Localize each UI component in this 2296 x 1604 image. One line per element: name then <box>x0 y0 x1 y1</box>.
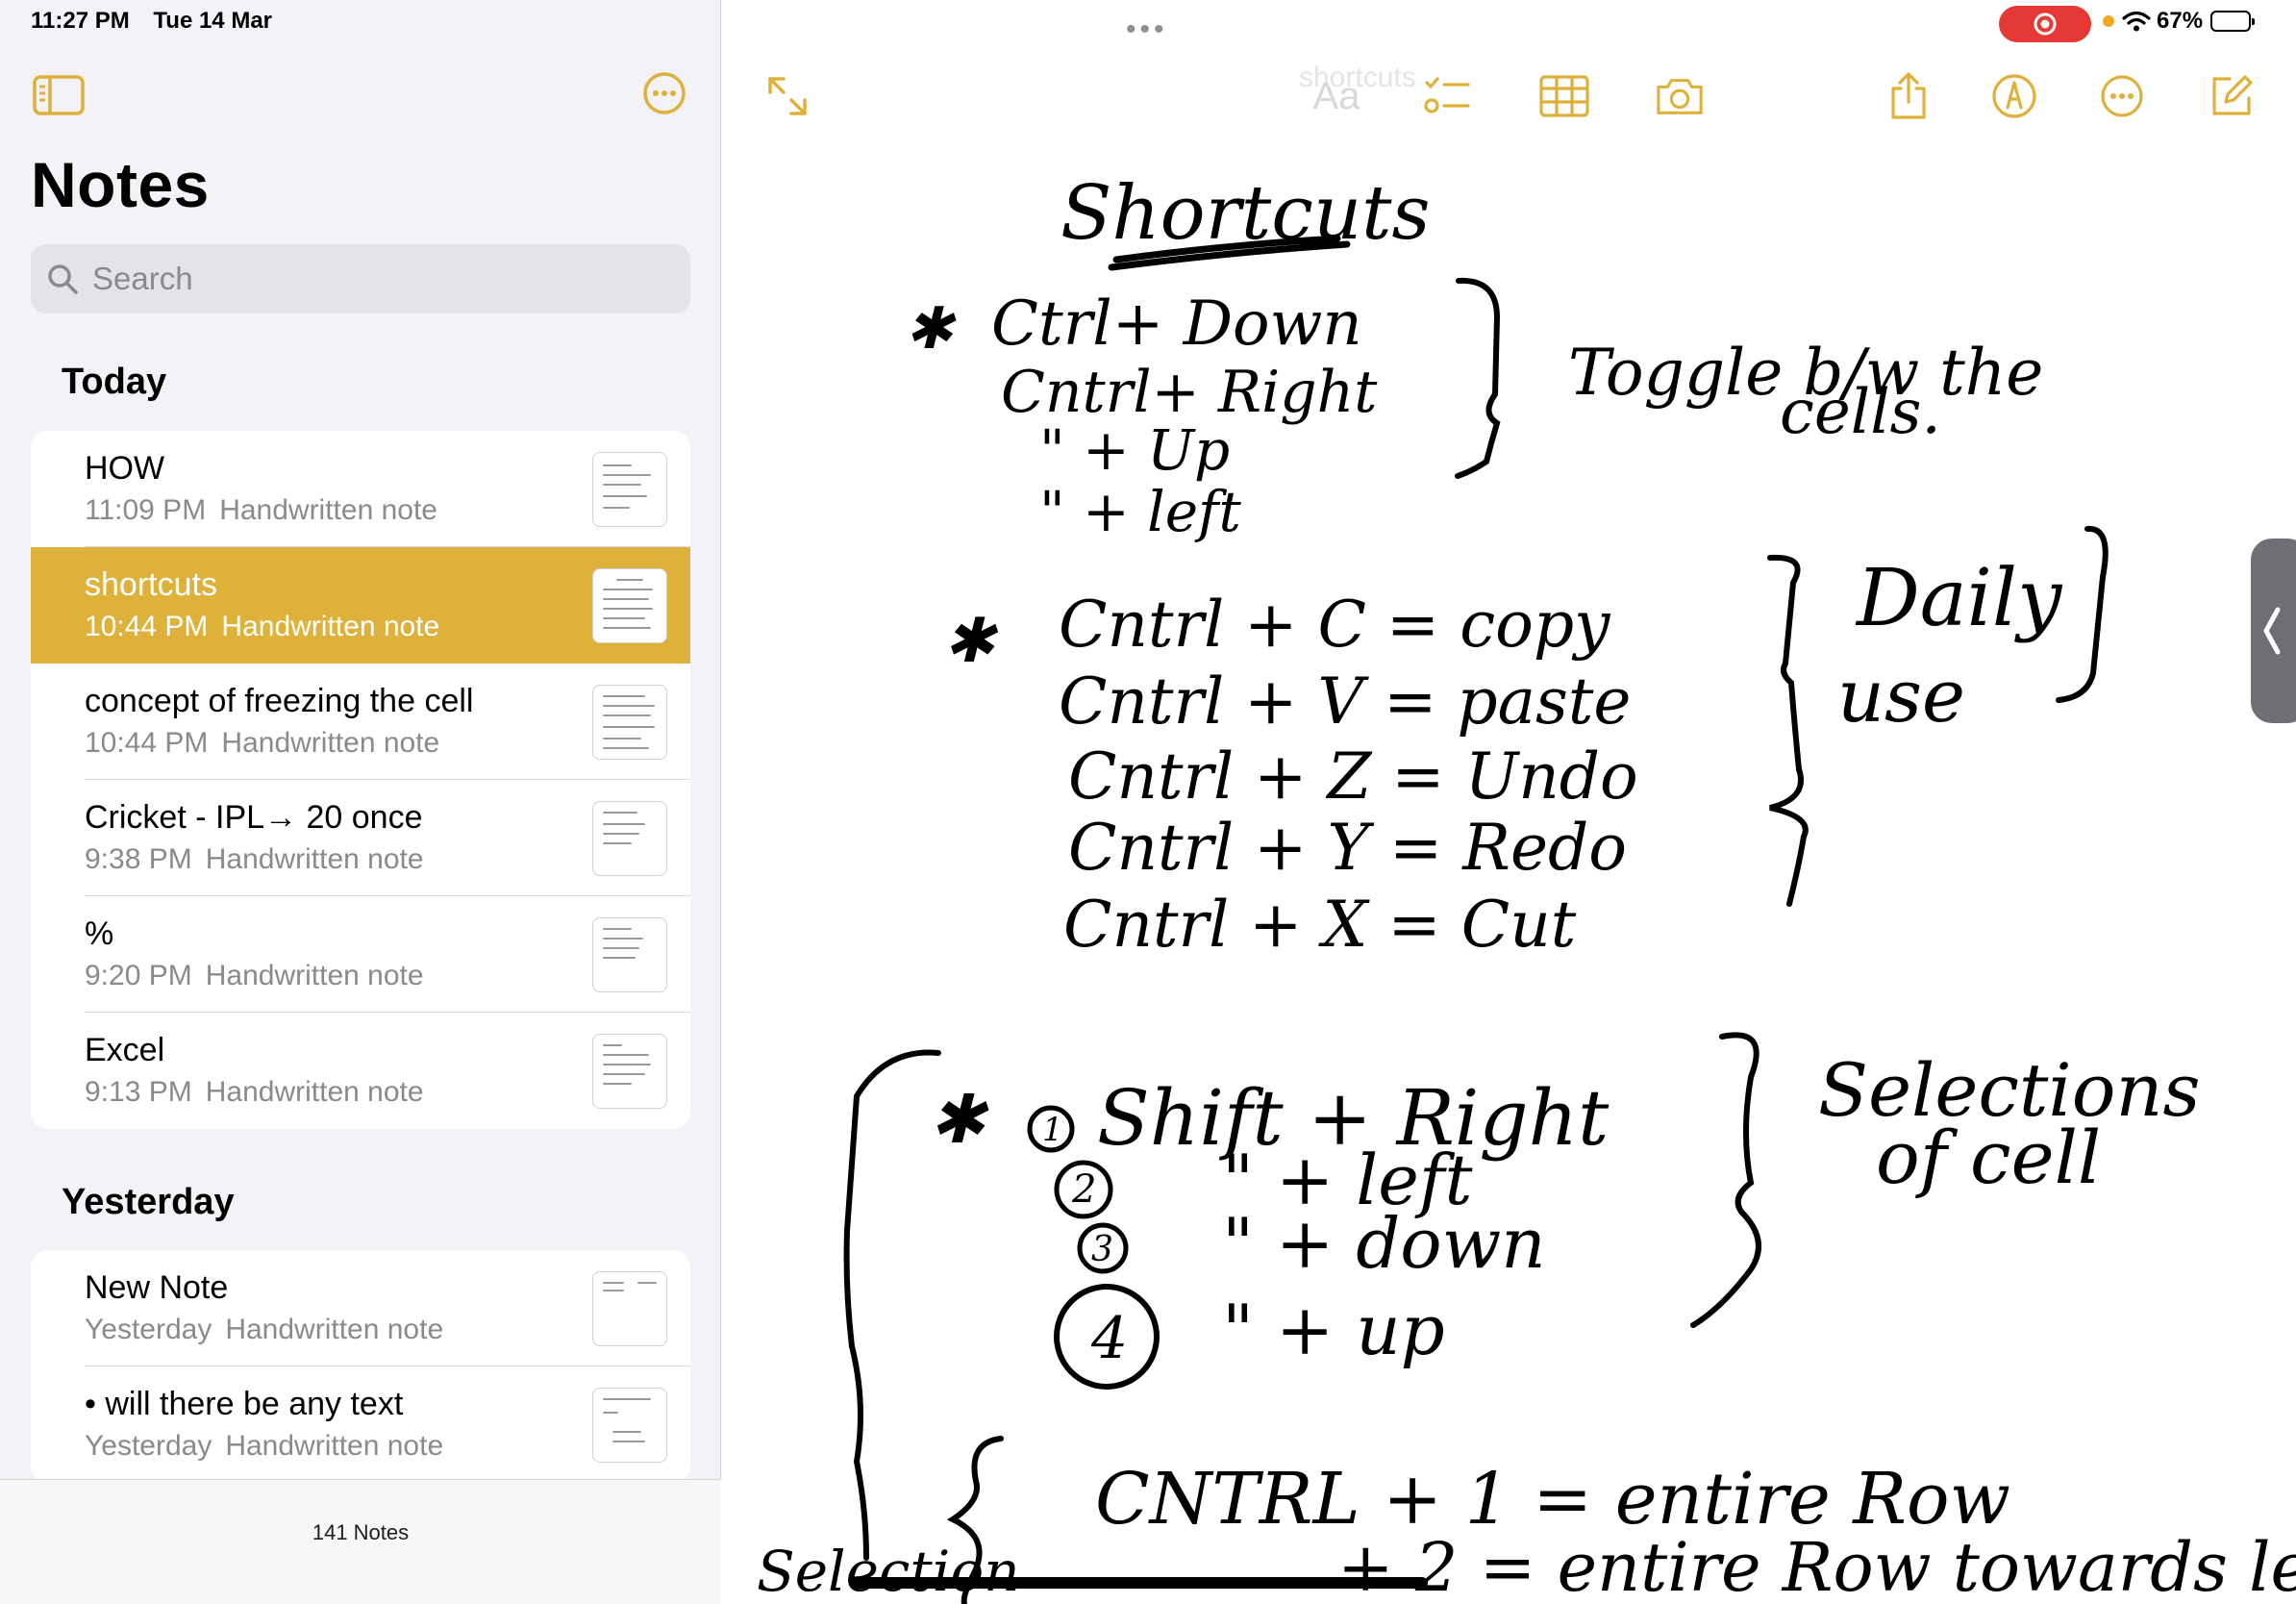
search-input[interactable]: Search <box>31 244 690 313</box>
ink-line: Cntrl + V = paste <box>1059 664 1631 739</box>
page-title: Notes <box>31 149 210 220</box>
yesterday-notes-list: New Note Yesterday Handwritten note • wil… <box>31 1250 690 1483</box>
ink-brace <box>1455 277 1501 479</box>
note-title: concept of freezing the cell <box>85 683 474 719</box>
ink-star: ✱ <box>905 295 957 363</box>
ink-note: use <box>1837 653 1965 739</box>
list-item[interactable]: HOW 11:09 PM Handwritten note <box>31 431 690 547</box>
ink-line: Cntrl + Z = Undo <box>1068 739 1638 814</box>
ink-line: + 2 = entire Row towards left <box>1337 1528 2296 1604</box>
note-title: New Note <box>85 1269 229 1306</box>
search-icon <box>48 264 78 294</box>
ink-line: Cntrl + X = Cut <box>1063 888 1577 962</box>
chevron-left-icon <box>2263 607 2281 655</box>
ink-note: Daily <box>1855 553 2063 644</box>
note-thumbnail <box>592 801 667 876</box>
list-item[interactable]: • will there be any text Yesterday Handwr… <box>31 1366 690 1483</box>
ink-number: 4 <box>1090 1305 1128 1372</box>
note-meta: 10:44 PM Handwritten note <box>85 727 440 759</box>
note-title: • will there be any text <box>85 1386 404 1422</box>
status-date: Tue 14 Mar <box>153 8 273 34</box>
sidebar-footer: 141 Notes <box>0 1479 721 1604</box>
ink-brace <box>1690 1032 1761 1328</box>
ink-side-label: Selection <box>757 1539 1020 1604</box>
ink-number: 1 <box>1042 1111 1063 1149</box>
ink-line: Ctrl+ Down <box>991 288 1362 360</box>
home-indicator[interactable] <box>853 1577 1428 1589</box>
note-title: Excel <box>85 1032 165 1068</box>
list-item[interactable]: Cricket - IPL→ 20 once 9:38 PM Handwritte… <box>31 780 690 896</box>
note-thumbnail <box>592 452 667 527</box>
note-title: HOW <box>85 450 165 487</box>
ink-star: ✱ <box>929 1080 989 1159</box>
status-time: 11:27 PM <box>31 8 130 34</box>
more-options-icon[interactable] <box>642 71 686 115</box>
ink-brace <box>843 1049 941 1561</box>
section-title-today: Today <box>62 362 167 402</box>
notes-sidebar: 11:27 PM Tue 14 Mar Notes Search Today H… <box>0 0 721 1604</box>
ink-line: Cntrl + Y = Redo <box>1068 811 1627 885</box>
ink-line: " + down <box>1222 1203 1546 1284</box>
list-item-selected[interactable]: shortcuts 10:44 PM Handwritten note <box>31 547 690 664</box>
notes-count: 141 Notes <box>312 1520 410 1544</box>
note-title: shortcuts <box>85 566 217 603</box>
note-meta: 9:13 PM Handwritten note <box>85 1076 424 1108</box>
status-bar-left: 11:27 PM Tue 14 Mar <box>31 8 289 35</box>
ink-line: Cntrl + C = copy <box>1059 588 1610 662</box>
ink-note: of cell <box>1876 1115 2101 1200</box>
ink-number: 2 <box>1071 1167 1096 1212</box>
ink-line: " + Up <box>1039 417 1230 483</box>
note-meta: 10:44 PM Handwritten note <box>85 611 440 642</box>
note-meta: Yesterday Handwritten note <box>85 1314 444 1345</box>
ink-line: " + up <box>1222 1290 1445 1370</box>
ink-line: Cntrl+ Right <box>1001 359 1378 426</box>
search-placeholder: Search <box>92 261 193 296</box>
note-meta: 11:09 PM Handwritten note <box>85 494 437 526</box>
list-item[interactable]: % 9:20 PM Handwritten note <box>31 896 690 1013</box>
note-thumbnail <box>592 568 667 643</box>
note-thumbnail <box>592 1388 667 1463</box>
note-thumbnail <box>592 685 667 760</box>
list-item[interactable]: Excel 9:13 PM Handwritten note <box>31 1013 690 1129</box>
note-title: Cricket - IPL→ 20 once <box>85 799 423 836</box>
note-meta: 9:38 PM Handwritten note <box>85 843 424 875</box>
sidebar-pull-handle[interactable] <box>2251 539 2296 723</box>
ink-number: 3 <box>1091 1230 1113 1269</box>
section-title-yesterday: Yesterday <box>62 1182 235 1222</box>
list-item[interactable]: New Note Yesterday Handwritten note <box>31 1250 690 1366</box>
note-thumbnail <box>592 1271 667 1346</box>
note-title: % <box>85 915 114 952</box>
ink-note: cells. <box>1780 377 1941 448</box>
ink-bracket <box>2056 525 2109 703</box>
ink-line: " + left <box>1039 479 1241 544</box>
note-thumbnail <box>592 917 667 992</box>
today-notes-list: HOW 11:09 PM Handwritten note shortcuts 1… <box>31 431 690 1129</box>
note-thumbnail <box>592 1034 667 1109</box>
handwriting-canvas[interactable]: Shortcuts ✱ Ctrl+ Down Cntrl+ Right " + … <box>722 0 2296 1604</box>
note-editor[interactable]: ••• 67% shortcuts Aa Shortcuts ✱ Ctrl+ D… <box>722 0 2296 1604</box>
note-meta: 9:20 PM Handwritten note <box>85 960 424 991</box>
sidebar-toggle-icon[interactable] <box>33 75 85 115</box>
ink-brace <box>1767 554 1809 907</box>
ink-star: ✱ <box>943 606 999 677</box>
list-item[interactable]: concept of freezing the cell 10:44 PM Han… <box>31 664 690 780</box>
note-meta: Yesterday Handwritten note <box>85 1430 444 1462</box>
